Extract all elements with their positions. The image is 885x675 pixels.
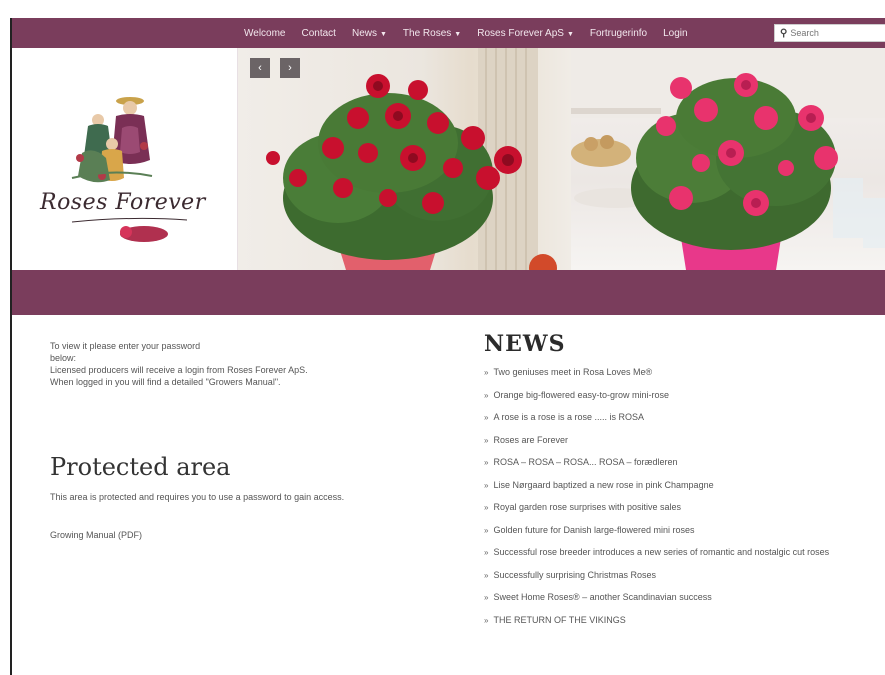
search-box[interactable]: ⚲ — [774, 24, 885, 42]
chevron-right-icon: » — [484, 480, 489, 490]
chevron-right-icon: » — [484, 390, 489, 400]
news-item[interactable]: » Golden future for Danish large-flowered… — [484, 524, 879, 537]
nav-the-roses[interactable]: The Roses ▼ — [403, 28, 461, 39]
chevron-right-icon: » — [484, 570, 489, 580]
intro-text-line: below: — [50, 353, 77, 363]
chevron-right-icon: » — [484, 368, 489, 377]
news-item[interactable]: » Roses are Forever — [484, 434, 879, 447]
chevron-down-icon: ▼ — [454, 30, 462, 38]
nav-fortrugerinfo[interactable]: Fortrugerinfo — [590, 28, 647, 39]
top-nav: Welcome Contact News ▼ The Roses ▼ Roses F… — [12, 18, 885, 48]
chevron-right-icon: » — [484, 458, 489, 467]
nav-login[interactable]: Login — [663, 28, 687, 39]
chevron-right-icon: » — [484, 548, 489, 557]
chevron-right-icon: » — [484, 503, 489, 512]
search-input[interactable] — [790, 26, 876, 40]
search-icon: ⚲ — [780, 27, 788, 39]
news-item[interactable]: » Orange big-flowered easy-to-grow mini-r… — [484, 389, 879, 402]
news-item[interactable]: » Two geniuses meet in Rosa Loves Me® — [484, 366, 879, 379]
growing-manual-link[interactable]: Growing Manual (PDF) — [50, 530, 142, 540]
logo[interactable]: Roses Forever — [12, 48, 238, 270]
slider-image-pink-roses — [571, 48, 885, 270]
intro-text-line: Licensed producers will receive a login … — [50, 365, 308, 375]
news-item[interactable]: » Sweet Home Roses® – another Scandinavia… — [484, 591, 879, 604]
news-item[interactable]: » A rose is a rose is a rose ..... is ROS… — [484, 411, 879, 424]
slider-image-red-roses: ‹ › — [238, 48, 571, 270]
intro-text-line: When logged in you will find a detailed … — [50, 377, 281, 387]
chevron-right-icon: » — [484, 593, 489, 602]
browser-page: Welcome Contact News ▼ The Roses ▼ Roses F… — [10, 18, 885, 675]
chevron-right-icon: » — [484, 525, 489, 535]
banner-band — [12, 270, 885, 315]
intro-text-line: To view it please enter your password — [50, 341, 201, 351]
chevron-down-icon: ▼ — [566, 30, 574, 38]
news-item[interactable]: » Successfully surprising Christmas Roses — [484, 569, 879, 582]
nav-roses-forever-aps[interactable]: Roses Forever ApS ▼ — [477, 28, 574, 39]
logo-illustration — [71, 97, 188, 242]
logo-text: Roses Forever — [40, 190, 206, 215]
news-item[interactable]: » ROSA – ROSA – ROSA... ROSA – forædleren — [484, 456, 879, 469]
news-item[interactable]: » Successful rose breeder introduces a ne… — [484, 546, 879, 559]
nav-welcome[interactable]: Welcome — [244, 28, 286, 39]
news-heading: NEWS — [484, 331, 566, 357]
chevron-right-icon: » — [484, 435, 489, 445]
news-list: » Two geniuses meet in Rosa Loves Me® » Or… — [484, 366, 879, 636]
news-item[interactable]: » Lise Nørgaard baptized a new rose in pi… — [484, 479, 879, 492]
protected-area-title: Protected area — [50, 453, 231, 481]
slider-prev-button[interactable]: ‹ — [250, 58, 270, 78]
slider-next-button[interactable]: › — [280, 58, 300, 78]
nav-news[interactable]: News ▼ — [352, 28, 387, 39]
news-item[interactable]: » THE RETURN OF THE VIKINGS — [484, 614, 879, 627]
protected-area-description: This area is protected and requires you … — [50, 492, 345, 502]
news-item[interactable]: » Royal garden rose surprises with positi… — [484, 501, 879, 514]
red-roses-photo — [266, 48, 557, 270]
chevron-right-icon: » — [484, 413, 489, 422]
pink-roses-photo — [571, 48, 885, 270]
chevron-right-icon: » — [484, 615, 489, 625]
nav-contact[interactable]: Contact — [302, 28, 336, 39]
login-intro: To view it please enter your password be… — [50, 340, 430, 388]
chevron-down-icon: ▼ — [379, 30, 387, 38]
nav-menu: Welcome Contact News ▼ The Roses ▼ Roses F… — [244, 18, 704, 48]
